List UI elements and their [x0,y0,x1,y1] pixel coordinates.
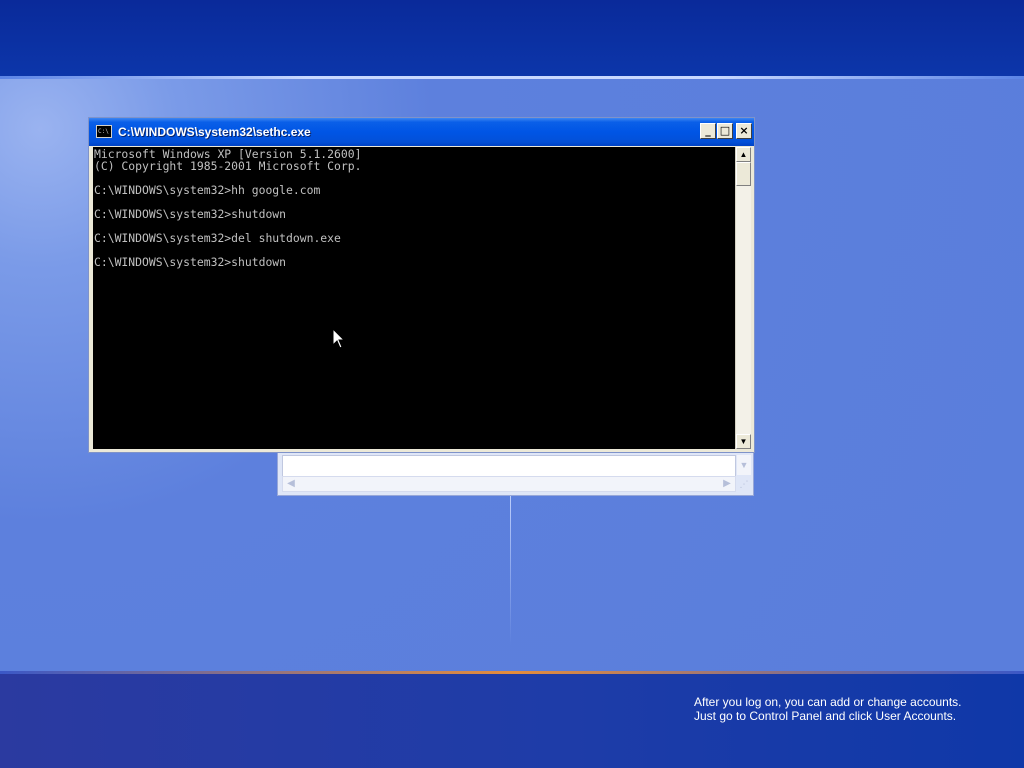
console-line: C:\WINDOWS\system32>shutdown [94,255,287,269]
console-line: C:\WINDOWS\system32>shutdown [94,207,287,221]
scroll-down-icon[interactable]: ▼ [736,434,751,449]
console-vertical-scrollbar[interactable]: ▲ ▼ [735,147,751,449]
background-horizontal-scrollbar[interactable]: ◀ ▶ [282,476,736,492]
center-divider [510,495,511,645]
console-icon[interactable]: C:\ [96,125,112,138]
maximize-button[interactable]: □ [717,123,733,139]
console-line: C:\WINDOWS\system32>del shutdown.exe [94,231,341,245]
console-output[interactable]: Microsoft Windows XP [Version 5.1.2600] … [93,147,735,449]
close-button[interactable]: × [736,123,752,139]
mouse-cursor-icon [332,328,346,349]
info-line-1: After you log on, you can add or change … [694,695,962,709]
background-scroll-down-icon[interactable]: ▼ [737,455,751,475]
resize-grip-icon[interactable]: ⋰ [737,477,751,491]
console-line: C:\WINDOWS\system32>hh google.com [94,183,321,197]
console-titlebar[interactable]: C:\ C:\WINDOWS\system32\sethc.exe _ □ × [89,118,754,146]
scroll-up-icon[interactable]: ▲ [736,147,751,162]
info-line-2: Just go to Control Panel and click User … [694,709,957,723]
console-line: (C) Copyright 1985-2001 Microsoft Corp. [94,159,362,173]
log-on-info-text: After you log on, you can add or change … [694,695,962,723]
console-title: C:\WINDOWS\system32\sethc.exe [118,125,311,139]
minimize-button[interactable]: _ [700,123,716,139]
scroll-left-icon[interactable]: ◀ [284,478,298,490]
console-window[interactable]: C:\ C:\WINDOWS\system32\sethc.exe _ □ × … [88,117,755,453]
scrollbar-thumb[interactable] [736,162,751,186]
top-band [0,0,1024,78]
scroll-right-icon[interactable]: ▶ [720,478,734,490]
background-window: ▼ ◀ ▶ ⋰ [277,448,754,496]
background-text-area[interactable] [282,455,736,477]
